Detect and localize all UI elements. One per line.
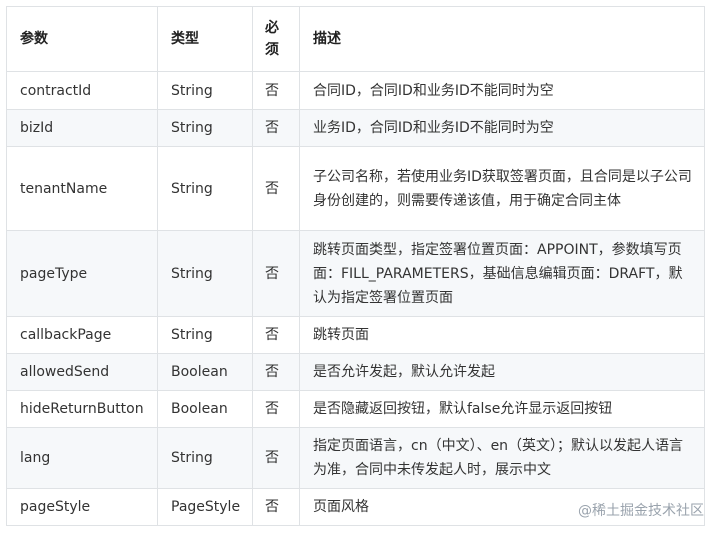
param-type-cell: String	[157, 230, 253, 317]
param-description-cell: 是否隐藏返回按钮，默认false允许显示返回按钮	[299, 390, 705, 428]
param-description-cell: 合同ID，合同ID和业务ID不能同时为空	[299, 71, 705, 110]
param-required-cell: 否	[252, 427, 300, 489]
param-name-cell: bizId	[6, 109, 158, 147]
param-name-cell: allowedSend	[6, 353, 158, 391]
watermark: @稀土掘金技术社区	[578, 503, 704, 519]
header-param: 参数	[6, 6, 158, 72]
table-header-row: 参数 类型 必须 描述	[6, 6, 705, 72]
param-type-cell: String	[157, 146, 253, 231]
header-type: 类型	[157, 6, 253, 72]
param-description-cell: 是否允许发起，默认允许发起	[299, 353, 705, 391]
param-name-cell: tenantName	[6, 146, 158, 231]
param-description-cell: 跳转页面	[299, 316, 705, 354]
param-required-cell: 否	[252, 71, 300, 110]
param-required-cell: 否	[252, 109, 300, 147]
param-required-cell: 否	[252, 353, 300, 391]
table-row: allowedSend Boolean 否 是否允许发起，默认允许发起	[6, 353, 705, 391]
table-row: hideReturnButton Boolean 否 是否隐藏返回按钮，默认fa…	[6, 390, 705, 428]
param-name-cell: pageStyle	[6, 488, 158, 526]
header-description: 描述	[299, 6, 705, 72]
param-description-cell: 业务ID，合同ID和业务ID不能同时为空	[299, 109, 705, 147]
table-row: contractId String 否 合同ID，合同ID和业务ID不能同时为空	[6, 71, 705, 110]
param-required-cell: 否	[252, 316, 300, 354]
param-description-cell: 指定页面语言，cn（中文）、en（英文）；默认以发起人语言为准，合同中未传发起人…	[299, 427, 705, 489]
param-name-cell: contractId	[6, 71, 158, 110]
param-type-cell: Boolean	[157, 353, 253, 391]
param-name-cell: callbackPage	[6, 316, 158, 354]
param-required-cell: 否	[252, 488, 300, 526]
params-table: 参数 类型 必须 描述 contractId String 否 合同ID，合同I…	[6, 6, 705, 526]
table-row: bizId String 否 业务ID，合同ID和业务ID不能同时为空	[6, 109, 705, 147]
param-type-cell: String	[157, 71, 253, 110]
param-name-cell: pageType	[6, 230, 158, 317]
param-type-cell: Boolean	[157, 390, 253, 428]
param-name-cell: lang	[6, 427, 158, 489]
header-required: 必须	[252, 6, 300, 72]
param-description-cell: 子公司名称，若使用业务ID获取签署页面，且合同是以子公司身份创建的，则需要传递该…	[299, 146, 705, 231]
param-required-cell: 否	[252, 146, 300, 231]
param-type-cell: String	[157, 316, 253, 354]
table-row: pageType String 否 跳转页面类型，指定签署位置页面：APPOIN…	[6, 230, 705, 317]
param-required-cell: 否	[252, 230, 300, 317]
param-type-cell: String	[157, 109, 253, 147]
param-type-cell: PageStyle	[157, 488, 253, 526]
table-row: tenantName String 否 子公司名称，若使用业务ID获取签署页面，…	[6, 146, 705, 231]
param-required-cell: 否	[252, 390, 300, 428]
param-name-cell: hideReturnButton	[6, 390, 158, 428]
table-row: lang String 否 指定页面语言，cn（中文）、en（英文）；默认以发起…	[6, 427, 705, 489]
param-description-cell: 跳转页面类型，指定签署位置页面：APPOINT，参数填写页面：FILL_PARA…	[299, 230, 705, 317]
param-type-cell: String	[157, 427, 253, 489]
table-row: callbackPage String 否 跳转页面	[6, 316, 705, 354]
